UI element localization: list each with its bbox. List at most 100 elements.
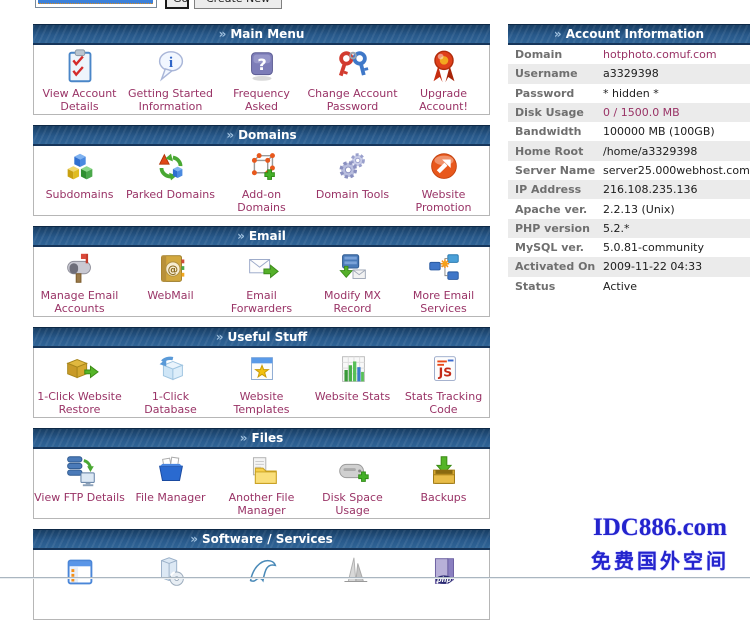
menu-item-website-templates[interactable]: Website Templates (216, 348, 307, 417)
menu-item-modify-mx-record[interactable]: Modify MX Record (307, 247, 398, 316)
account-row-value: * hidden * (603, 87, 659, 100)
menu-item-frequency-asked-questions[interactable]: ?Frequency Asked Questions (216, 45, 307, 114)
account-row-domain: Domainhotphoto.comuf.com (508, 45, 750, 64)
account-row-label: Username (508, 67, 603, 80)
svg-text:?: ? (257, 55, 266, 74)
menu-item-label: Website Templates (216, 390, 307, 416)
menu-item-1-click-database-restore[interactable]: 1-Click Database Restore (125, 348, 216, 417)
menu-item-backups[interactable]: Backups (398, 449, 489, 518)
account-row-apache-ver: Apache ver.2.2.13 (Unix) (508, 199, 750, 218)
account-row-value: 2009-11-22 04:33 (603, 260, 702, 273)
website-restore-icon (60, 351, 100, 389)
account-row-label: Activated On (508, 260, 603, 273)
menu-item-label: View FTP Details (34, 491, 125, 504)
menu-item-webmail[interactable]: @WebMail (125, 247, 216, 316)
header-arrow-icon: » (216, 330, 224, 344)
section-body: Subdomains Parked DomainsAdd-on DomainsDo… (33, 146, 490, 216)
section-header: » Useful Stuff (33, 327, 490, 348)
account-row-value: /home/a3329398 (603, 145, 697, 158)
menu-item-label: Manage Email Accounts (34, 289, 125, 315)
domain-input[interactable] (35, 0, 157, 8)
menu-item-1-click-website-restore[interactable]: 1-Click Website Restore (34, 348, 125, 417)
menu-item-label: Getting Started Information (125, 87, 216, 113)
menu-item-label: Email Forwarders (216, 289, 307, 315)
menu-item-label: More Email Services (398, 289, 489, 315)
menu-item-getting-started-information[interactable]: iGetting Started Information (125, 45, 216, 114)
menu-item-label: 1-Click Website Restore (34, 390, 125, 416)
phpmyadmin-icon (333, 553, 373, 591)
account-row-value[interactable]: 0 / 1500.0 MB (603, 106, 680, 119)
account-info-panel: »Account Information Domainhotphoto.comu… (508, 24, 750, 296)
ftp-details-icon (60, 452, 100, 490)
menu-item-view-account-details[interactable]: View Account Details (34, 45, 125, 114)
menu-item-domain-tools[interactable]: Domain Tools (307, 146, 398, 215)
header-arrow-icon: » (240, 431, 248, 445)
section-body: 1-Click Website Restore1-Click Database … (33, 348, 490, 418)
account-row-label: IP Address (508, 183, 603, 196)
menu-item-upgrade-account[interactable]: Upgrade Account! (398, 45, 489, 114)
upgrade-account-icon (424, 48, 464, 86)
menu-item-manage-email-accounts[interactable]: Manage Email Accounts (34, 247, 125, 316)
section-email: »EmailManage Email Accounts@WebMailEmail… (33, 226, 490, 317)
menu-item-subdomains[interactable]: Subdomains (34, 146, 125, 215)
account-row-label: Disk Usage (508, 106, 603, 119)
watermark: IDC886.com 免费国外空间 (570, 514, 750, 574)
account-row-label: Domain (508, 48, 603, 61)
divider-line (0, 577, 750, 578)
menu-item-label: Disk Space Usage (307, 491, 398, 517)
account-info-title: Account Information (566, 27, 704, 41)
account-row-server-name: Server Nameserver25.000webhost.com (508, 161, 750, 180)
account-row-value: 5.0.81-community (603, 241, 704, 254)
menu-item-another-file-manager[interactable]: Another File Manager (216, 449, 307, 518)
account-row-label: MySQL ver. (508, 241, 603, 254)
database-restore-icon (151, 351, 191, 389)
account-row-value: 2.2.13 (Unix) (603, 203, 675, 216)
header-arrow-icon: » (219, 27, 227, 41)
menu-item-file-manager[interactable]: File Manager (125, 449, 216, 518)
menu-item-more-email-services[interactable]: More Email Services (398, 247, 489, 316)
menu-item-stats-tracking-code[interactable]: JSStats Tracking Code (398, 348, 489, 417)
menu-item-parked-domains[interactable]: Parked Domains (125, 146, 216, 215)
section-header: » Files (33, 428, 490, 449)
account-row-bandwidth: Bandwidth100000 MB (100GB) (508, 122, 750, 141)
section-header: »Domains (33, 125, 490, 146)
subdomains-icon (60, 149, 100, 187)
website-promotion-icon (424, 149, 464, 187)
account-row-label: Password (508, 87, 603, 100)
menu-item-add-on-domains[interactable]: Add-on Domains (216, 146, 307, 215)
more-email-services-icon (424, 250, 464, 288)
menu-item-label: Change Account Password (307, 87, 398, 113)
software-cd-icon (151, 553, 191, 591)
account-row-php-version: PHP version5.2.* (508, 219, 750, 238)
account-row-home-root: Home Root/home/a3329398 (508, 141, 750, 160)
webmail-icon: @ (151, 250, 191, 288)
watermark-site: IDC886.com (570, 514, 750, 542)
account-row-password: Password* hidden * (508, 84, 750, 103)
menu-item-change-account-password[interactable]: Change Account Password (307, 45, 398, 114)
menu-item-website-promotion-guide[interactable]: Website Promotion Guide (398, 146, 489, 215)
account-details-icon (60, 48, 100, 86)
section-title: Useful Stuff (228, 330, 308, 344)
menu-item-disk-space-usage[interactable]: Disk Space Usage (307, 449, 398, 518)
menu-item-website-stats[interactable]: Website Stats (307, 348, 398, 417)
account-row-value: Active (603, 280, 637, 293)
header-arrow-icon: » (237, 229, 245, 243)
account-row-ip-address: IP Address216.108.235.136 (508, 180, 750, 199)
account-row-value[interactable]: hotphoto.comuf.com (603, 48, 717, 61)
faq-icon: ? (242, 48, 282, 86)
parked-domains-icon (151, 149, 191, 187)
account-row-value: 100000 MB (100GB) (603, 125, 715, 138)
account-row-label: Bandwidth (508, 125, 603, 138)
menu-item-email-forwarders[interactable]: Email Forwarders (216, 247, 307, 316)
menu-item-label: Parked Domains (126, 188, 215, 201)
section-title: Main Menu (230, 27, 304, 41)
menu-item-label: Subdomains (46, 188, 114, 201)
section-title: Software / Services (202, 532, 333, 546)
menu-item-view-ftp-details[interactable]: View FTP Details (34, 449, 125, 518)
go-button[interactable]: Go (165, 0, 189, 9)
account-row-status: StatusActive (508, 277, 750, 296)
create-new-button[interactable]: Create New (194, 0, 282, 9)
account-row-label: Home Root (508, 145, 603, 158)
account-row-label: Apache ver. (508, 203, 603, 216)
section-title: Files (252, 431, 284, 445)
